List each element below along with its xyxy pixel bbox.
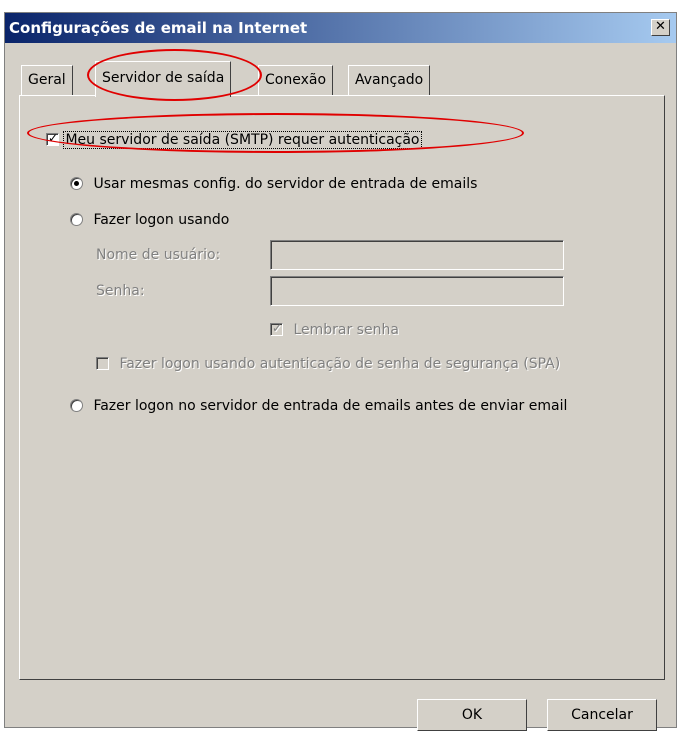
- spa-label: Fazer logon usando autenticação de senha…: [119, 356, 561, 372]
- email-settings-dialog: Configurações de email na Internet ✕ Ger…: [4, 12, 677, 731]
- logon-using-label: Fazer logon usando: [93, 212, 230, 228]
- tab-advanced-label: Avançado: [355, 72, 424, 88]
- tab-outgoing-server-label: Servidor de saída: [102, 70, 225, 86]
- spa-row[interactable]: Fazer logon usando autenticação de senha…: [96, 356, 560, 372]
- ok-button[interactable]: OK: [417, 699, 527, 731]
- tab-connection[interactable]: Conexão: [258, 65, 334, 95]
- password-label: Senha:: [96, 283, 145, 299]
- window-title: Configurações de email na Internet: [9, 19, 308, 37]
- same-settings-label: Usar mesmas config. do servidor de entra…: [93, 176, 478, 192]
- username-field[interactable]: [270, 240, 564, 270]
- tab-advanced[interactable]: Avançado: [348, 65, 431, 95]
- tab-general[interactable]: Geral: [21, 65, 73, 95]
- logon-using-option[interactable]: Fazer logon usando: [70, 212, 229, 228]
- username-label: Nome de usuário:: [96, 247, 221, 263]
- logon-before-send-radio[interactable]: [70, 399, 83, 412]
- logon-using-radio[interactable]: [70, 213, 83, 226]
- logon-before-send-option[interactable]: Fazer logon no servidor de entrada de em…: [70, 398, 567, 414]
- smtp-auth-checkbox[interactable]: ✓: [46, 131, 59, 146]
- cancel-button[interactable]: Cancelar: [547, 699, 657, 731]
- remember-password-row[interactable]: ✓ Lembrar senha: [270, 321, 399, 338]
- radio-selected-icon: [74, 181, 79, 186]
- remember-password-label: Lembrar senha: [293, 322, 399, 338]
- same-settings-radio[interactable]: [70, 177, 83, 190]
- tab-general-label: Geral: [28, 72, 66, 88]
- tab-panel: ✓ Meu servidor de saída (SMTP) requer au…: [19, 95, 665, 680]
- close-button[interactable]: ✕: [651, 19, 670, 36]
- title-bar[interactable]: Configurações de email na Internet ✕: [5, 13, 676, 43]
- check-icon: ✓: [48, 131, 59, 145]
- tab-outgoing-server[interactable]: Servidor de saída: [95, 61, 232, 97]
- remember-password-checkbox[interactable]: ✓: [270, 321, 283, 336]
- smtp-auth-checkbox-row[interactable]: ✓ Meu servidor de saída (SMTP) requer au…: [46, 131, 422, 149]
- smtp-auth-label: Meu servidor de saída (SMTP) requer aute…: [63, 131, 422, 149]
- logon-before-send-label: Fazer logon no servidor de entrada de em…: [93, 398, 568, 414]
- close-icon: ✕: [655, 19, 666, 34]
- spa-checkbox[interactable]: [96, 357, 109, 370]
- same-settings-option[interactable]: Usar mesmas config. do servidor de entra…: [70, 176, 477, 192]
- check-icon: ✓: [272, 321, 283, 335]
- password-field[interactable]: [270, 276, 564, 306]
- tab-connection-label: Conexão: [265, 72, 327, 88]
